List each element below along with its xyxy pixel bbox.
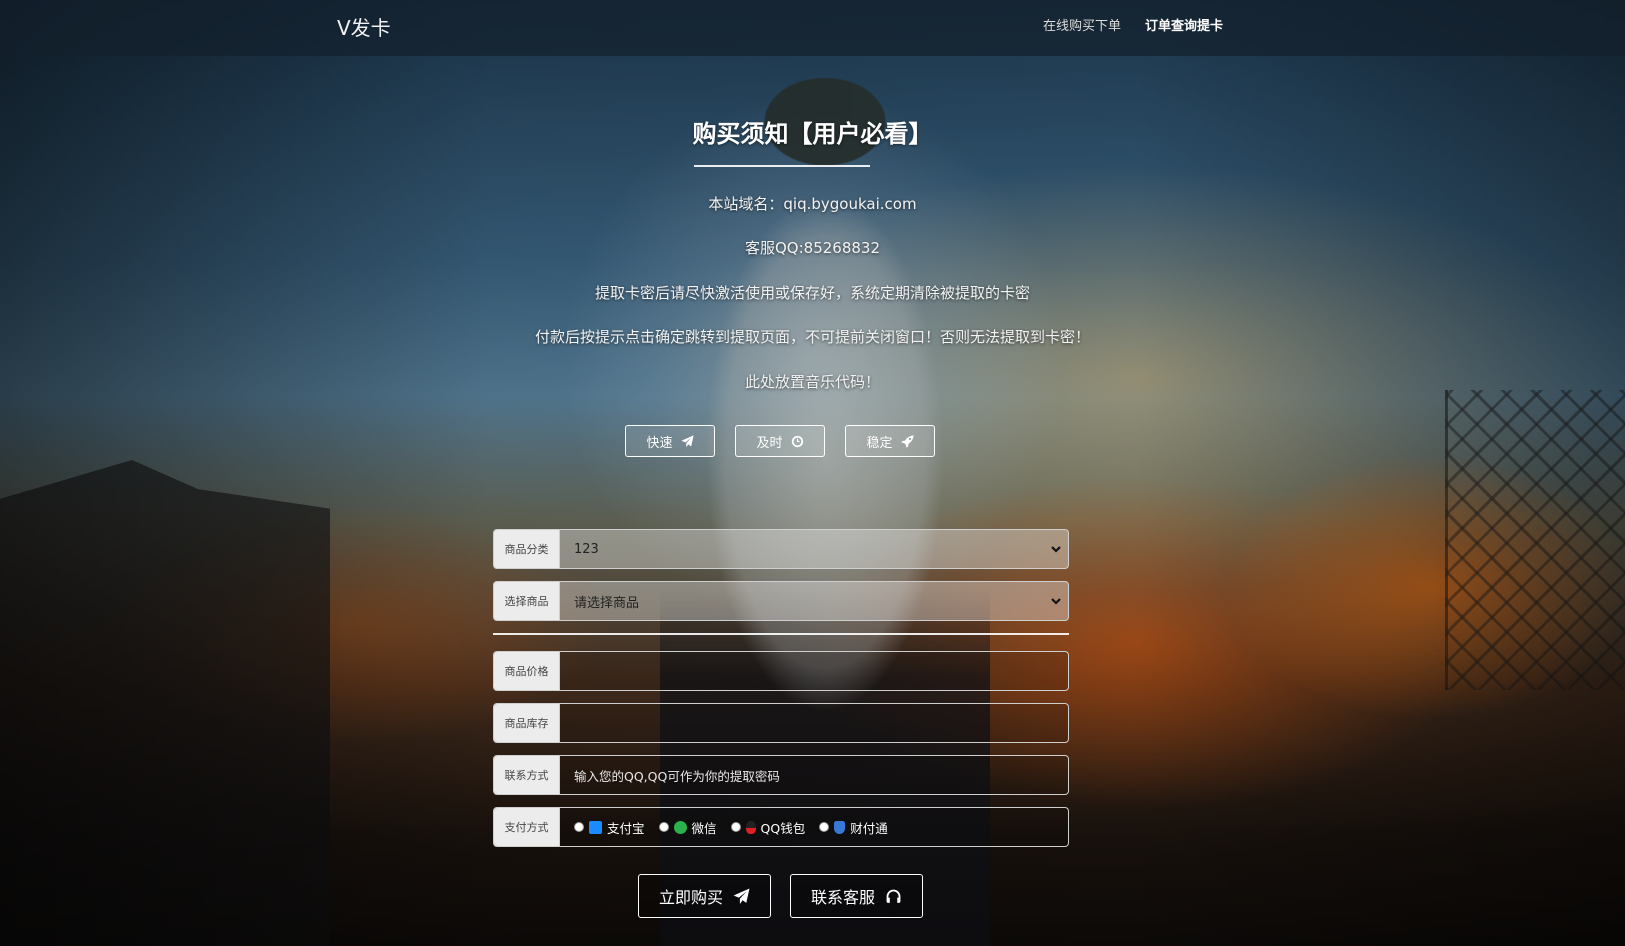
payment-option-qq-wallet[interactable]: QQ钱包 xyxy=(730,818,806,837)
category-value[interactable]: 123 xyxy=(560,530,1068,568)
chevron-down-icon xyxy=(1050,543,1062,555)
wechat-icon xyxy=(673,820,687,834)
badge-stable[interactable]: 稳定 xyxy=(845,425,935,457)
notice-extract-tip: 提取卡密后请尽快激活使用或保存好，系统定期清除被提取的卡密 xyxy=(594,284,1030,302)
top-navbar: V发卡 在线购买下单 订单查询提卡 xyxy=(0,0,1625,56)
action-buttons: 立即购买 联系客服 xyxy=(638,874,924,918)
brand-logo[interactable]: V发卡 xyxy=(337,12,391,41)
title-underline xyxy=(694,165,870,167)
payment-option-tenpay[interactable]: 财付通 xyxy=(819,818,888,837)
category-label: 商品分类 xyxy=(494,530,560,568)
price-value xyxy=(560,652,1068,690)
nav-online-order[interactable]: 在线购买下单 xyxy=(1043,15,1121,34)
radio-tenpay[interactable] xyxy=(819,822,830,832)
alipay-icon xyxy=(589,820,602,834)
tenpay-label: 财付通 xyxy=(850,820,888,836)
payment-option-wechat[interactable]: 微信 xyxy=(658,818,717,837)
headset-icon xyxy=(886,889,901,903)
qq-wallet-icon xyxy=(745,820,756,834)
stock-value xyxy=(560,704,1068,742)
tenpay-icon xyxy=(834,820,846,834)
payment-options: 支付宝 微信 QQ钱包 财付通 xyxy=(560,808,1068,846)
contact-label: 联系方式 xyxy=(494,756,560,794)
nav-links: 在线购买下单 订单查询提卡 xyxy=(1043,15,1223,34)
paper-plane-icon xyxy=(680,434,694,447)
payment-label: 支付方式 xyxy=(494,808,560,846)
chevron-down-icon xyxy=(1050,595,1062,607)
price-label: 商品价格 xyxy=(494,652,560,690)
notice-music: 此处放置音乐代码！ xyxy=(744,373,880,391)
wechat-label: 微信 xyxy=(691,820,717,836)
feature-badges: 快速 及时 稳定 xyxy=(625,425,935,457)
order-form: 商品分类 123 选择商品 请选择商品 商品价格 商品库存 联系方式 输入您的Q… xyxy=(493,529,1069,859)
paper-plane-icon xyxy=(733,888,750,904)
product-value[interactable]: 请选择商品 xyxy=(560,582,1068,620)
payment-field: 支付方式 支付宝 微信 QQ钱包 财付通 xyxy=(493,807,1069,847)
stock-label: 商品库存 xyxy=(494,704,560,742)
buy-now-label: 立即购买 xyxy=(659,888,724,907)
price-field: 商品价格 xyxy=(493,651,1069,691)
contact-placeholder: 输入您的QQ,QQ可作为你的提取密码 xyxy=(574,768,780,784)
badge-stable-label: 稳定 xyxy=(866,435,893,451)
notice-payment-tip: 付款后按提示点击确定跳转到提取页面，不可提前关闭窗口！否则无法提取到卡密！ xyxy=(534,328,1090,346)
qq-wallet-label: QQ钱包 xyxy=(760,820,806,836)
contact-support-label: 联系客服 xyxy=(811,888,876,907)
product-label: 选择商品 xyxy=(494,582,560,620)
radio-alipay[interactable] xyxy=(574,822,584,832)
category-selected-text: 123 xyxy=(574,541,599,557)
badge-timely-label: 及时 xyxy=(756,435,783,451)
rocket-icon xyxy=(900,434,914,448)
badge-timely[interactable]: 及时 xyxy=(735,425,825,457)
badge-fast-label: 快速 xyxy=(646,435,673,451)
nav-order-query[interactable]: 订单查询提卡 xyxy=(1145,15,1223,34)
contact-support-button[interactable]: 联系客服 xyxy=(790,874,924,918)
radio-qq-wallet[interactable] xyxy=(730,822,741,832)
main-content: 购买须知【用户必看】 本站域名：qiq.bygoukai.com 客服QQ:85… xyxy=(0,0,1625,946)
product-selected-text: 请选择商品 xyxy=(574,595,640,611)
category-select[interactable]: 商品分类 123 xyxy=(493,529,1069,569)
stock-field: 商品库存 xyxy=(493,703,1069,743)
clock-icon xyxy=(791,435,803,447)
alipay-label: 支付宝 xyxy=(607,820,645,836)
notice-qq: 客服QQ:85268832 xyxy=(744,239,880,257)
form-divider xyxy=(493,633,1069,635)
payment-option-alipay[interactable]: 支付宝 xyxy=(574,818,645,837)
contact-input[interactable]: 输入您的QQ,QQ可作为你的提取密码 xyxy=(560,756,1068,794)
contact-field[interactable]: 联系方式 输入您的QQ,QQ可作为你的提取密码 xyxy=(493,755,1069,795)
badge-fast[interactable]: 快速 xyxy=(625,425,715,457)
notice-domain: 本站域名：qiq.bygoukai.com xyxy=(708,195,917,213)
buy-now-button[interactable]: 立即购买 xyxy=(638,874,772,918)
notice-title: 购买须知【用户必看】 xyxy=(692,120,933,148)
radio-wechat[interactable] xyxy=(658,822,669,832)
product-select[interactable]: 选择商品 请选择商品 xyxy=(493,581,1069,621)
